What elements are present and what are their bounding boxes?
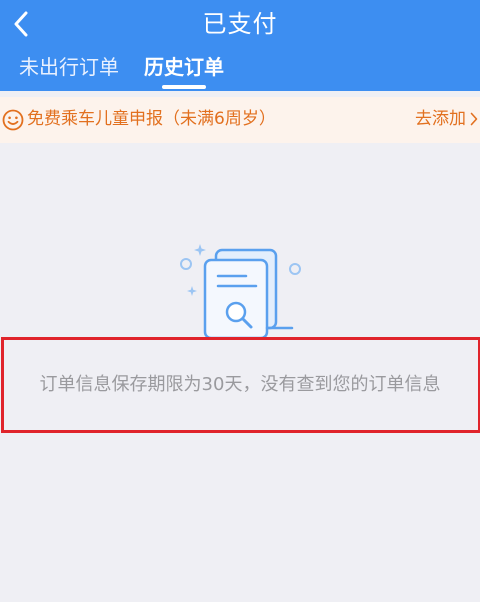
child-ticket-notice-bar[interactable]: 免费乘车儿童申报（未满6周岁） 去添加 — [0, 97, 480, 143]
active-tab-indicator — [162, 85, 206, 89]
top-header: 已支付 未出行订单 历史订单 — [0, 0, 480, 91]
page-title: 已支付 — [202, 10, 278, 38]
tab-history-orders[interactable]: 历史订单 — [144, 53, 224, 81]
add-child-link[interactable]: 去添加 — [415, 107, 478, 131]
add-child-label: 去添加 — [415, 109, 466, 129]
empty-state-message: 订单信息保存期限为30天，没有查到您的订单信息 — [39, 374, 441, 395]
smile-icon — [2, 109, 24, 131]
notice-text: 免费乘车儿童申报（未满6周岁） — [27, 109, 276, 129]
chevron-right-icon — [470, 112, 478, 126]
tab-upcoming-orders[interactable]: 未出行订单 — [19, 53, 119, 81]
document-search-icon — [180, 244, 301, 340]
